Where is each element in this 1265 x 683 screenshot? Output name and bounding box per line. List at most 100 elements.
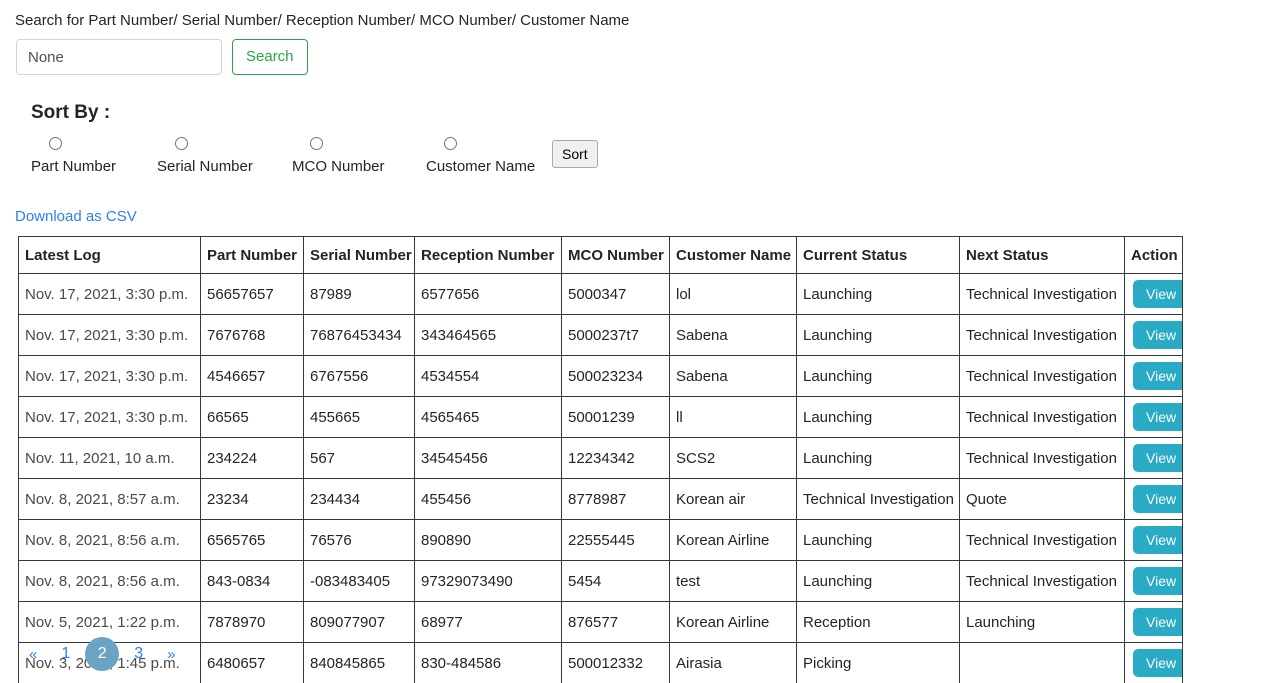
cell-part-number: 66565 [200, 396, 304, 438]
cell-current-status: Picking [796, 642, 960, 683]
sort-option-part-number[interactable]: Part Number [31, 132, 157, 176]
cell-latest-log: Nov. 17, 2021, 3:30 p.m. [18, 396, 201, 438]
column-header-current-status: Current Status [796, 236, 960, 274]
cell-action: View [1124, 273, 1183, 315]
view-button[interactable]: View [1133, 444, 1182, 472]
column-header-next-status: Next Status [959, 236, 1125, 274]
table-body: Nov. 17, 2021, 3:30 p.m. 56657657 87989 657… [18, 273, 1183, 683]
table-row: Nov. 3, 2021, 1:45 p.m.64806578408458658… [18, 642, 1183, 683]
sort-option-label: MCO Number [292, 158, 385, 175]
cell-customer-name: Korean Airline [669, 601, 797, 643]
cell-action: View [1124, 355, 1183, 397]
cell-serial-number: 567 [303, 437, 415, 479]
download-csv-link[interactable]: Download as CSV [15, 207, 137, 226]
sort-option-serial-number[interactable]: Serial Number [157, 132, 292, 176]
search-button[interactable]: Search [232, 39, 308, 75]
cell-next-status: Quote [959, 478, 1125, 520]
table-row: Nov. 8, 2021, 8:56 a.m. 6565765 76576 89089… [18, 519, 1183, 561]
cell-mco-number: 500023234 [561, 355, 670, 397]
cell-latest-log: Nov. 8, 2021, 8:57 a.m. [18, 478, 201, 520]
radio-icon-customer-name[interactable] [444, 137, 457, 150]
cell-current-status: Launching [796, 355, 960, 397]
cell-current-status: Launching [796, 314, 960, 356]
cell-current-status: Reception [796, 601, 960, 643]
sort-option-label: Customer Name [426, 158, 536, 175]
cell-mco-number: 5454 [561, 560, 670, 602]
pagination-page-1[interactable]: 1 [52, 637, 79, 671]
pagination: « 1 2 3 » [20, 637, 191, 671]
view-button[interactable]: View [1133, 567, 1182, 595]
search-bar: Search [16, 39, 308, 75]
column-header-customer-name: Customer Name [669, 236, 797, 274]
cell-serial-number: 809077907 [303, 601, 415, 643]
cell-latest-log: Nov. 17, 2021, 3:30 p.m. [18, 314, 201, 356]
cell-reception-number: 4565465 [414, 396, 562, 438]
cell-serial-number: -083483405 [303, 560, 415, 602]
cell-reception-number: 455456 [414, 478, 562, 520]
cell-customer-name: Korean air [669, 478, 797, 520]
cell-part-number: 843-0834 [200, 560, 304, 602]
view-button[interactable]: View [1133, 649, 1182, 677]
order-list-page: Search for Part Number/ Serial Number/ R… [0, 0, 1265, 683]
column-header-mco-number: MCO Number [561, 236, 670, 274]
cell-mco-number: 22555445 [561, 519, 670, 561]
cell-part-number: 23234 [200, 478, 304, 520]
table-row: Nov. 17, 2021, 3:30 p.m. 7676768 768764534… [18, 314, 1183, 356]
cell-reception-number: 343464565 [414, 314, 562, 356]
cell-mco-number: 8778987 [561, 478, 670, 520]
cell-current-status: Launching [796, 560, 960, 602]
cell-next-status: Technical Investigation [959, 437, 1125, 479]
sort-option-label: Serial Number [157, 158, 253, 175]
orders-table: Latest Log Part Number Serial Number Rec… [18, 236, 1183, 683]
cell-part-number: 56657657 [200, 273, 304, 315]
cell-part-number: 6565765 [200, 519, 304, 561]
cell-reception-number: 34545456 [414, 437, 562, 479]
cell-current-status: Launching [796, 396, 960, 438]
sort-controls: Part Number Serial Number MCO Number Cus… [31, 132, 598, 176]
sort-option-customer-name[interactable]: Customer Name [426, 132, 552, 176]
cell-reception-number: 68977 [414, 601, 562, 643]
cell-customer-name: Sabena [669, 355, 797, 397]
cell-latest-log: Nov. 8, 2021, 8:56 a.m. [18, 560, 201, 602]
cell-reception-number: 830-484586 [414, 642, 562, 683]
view-button[interactable]: View [1133, 280, 1182, 308]
cell-customer-name: ll [669, 396, 797, 438]
cell-action: View [1124, 601, 1183, 643]
cell-next-status: Technical Investigation [959, 314, 1125, 356]
column-header-reception-number: Reception Number [414, 236, 562, 274]
cell-next-status: Technical Investigation [959, 560, 1125, 602]
search-input[interactable] [16, 39, 222, 75]
pagination-page-2[interactable]: 2 [85, 637, 120, 671]
view-button[interactable]: View [1133, 403, 1182, 431]
pagination-first[interactable]: « [20, 637, 46, 671]
table-header-row: Latest Log Part Number Serial Number Rec… [18, 236, 1183, 274]
cell-action: View [1124, 396, 1183, 438]
cell-mco-number: 500012332 [561, 642, 670, 683]
table-row: Nov. 17, 2021, 3:30 p.m. 56657657 87989 657… [18, 273, 1183, 315]
cell-mco-number: 12234342 [561, 437, 670, 479]
radio-icon-mco-number[interactable] [310, 137, 323, 150]
cell-serial-number: 76576 [303, 519, 415, 561]
view-button[interactable]: View [1133, 485, 1182, 513]
orders-table-container: Latest Log Part Number Serial Number Rec… [18, 236, 1183, 683]
cell-part-number: 4546657 [200, 355, 304, 397]
cell-current-status: Launching [796, 519, 960, 561]
view-button[interactable]: View [1133, 321, 1182, 349]
cell-latest-log: Nov. 8, 2021, 8:56 a.m. [18, 519, 201, 561]
cell-action: View [1124, 437, 1183, 479]
cell-serial-number: 234434 [303, 478, 415, 520]
cell-action: View [1124, 519, 1183, 561]
sort-option-mco-number[interactable]: MCO Number [292, 132, 426, 176]
view-button[interactable]: View [1133, 608, 1182, 636]
cell-customer-name: SCS2 [669, 437, 797, 479]
cell-current-status: Technical Investigation [796, 478, 960, 520]
sort-button[interactable]: Sort [552, 140, 598, 168]
pagination-page-3[interactable]: 3 [125, 637, 152, 671]
sort-by-title: Sort By : [31, 102, 111, 123]
radio-icon-part-number[interactable] [49, 137, 62, 150]
radio-icon-serial-number[interactable] [175, 137, 188, 150]
view-button[interactable]: View [1133, 526, 1182, 554]
pagination-last[interactable]: » [158, 637, 184, 671]
cell-customer-name: test [669, 560, 797, 602]
view-button[interactable]: View [1133, 362, 1182, 390]
